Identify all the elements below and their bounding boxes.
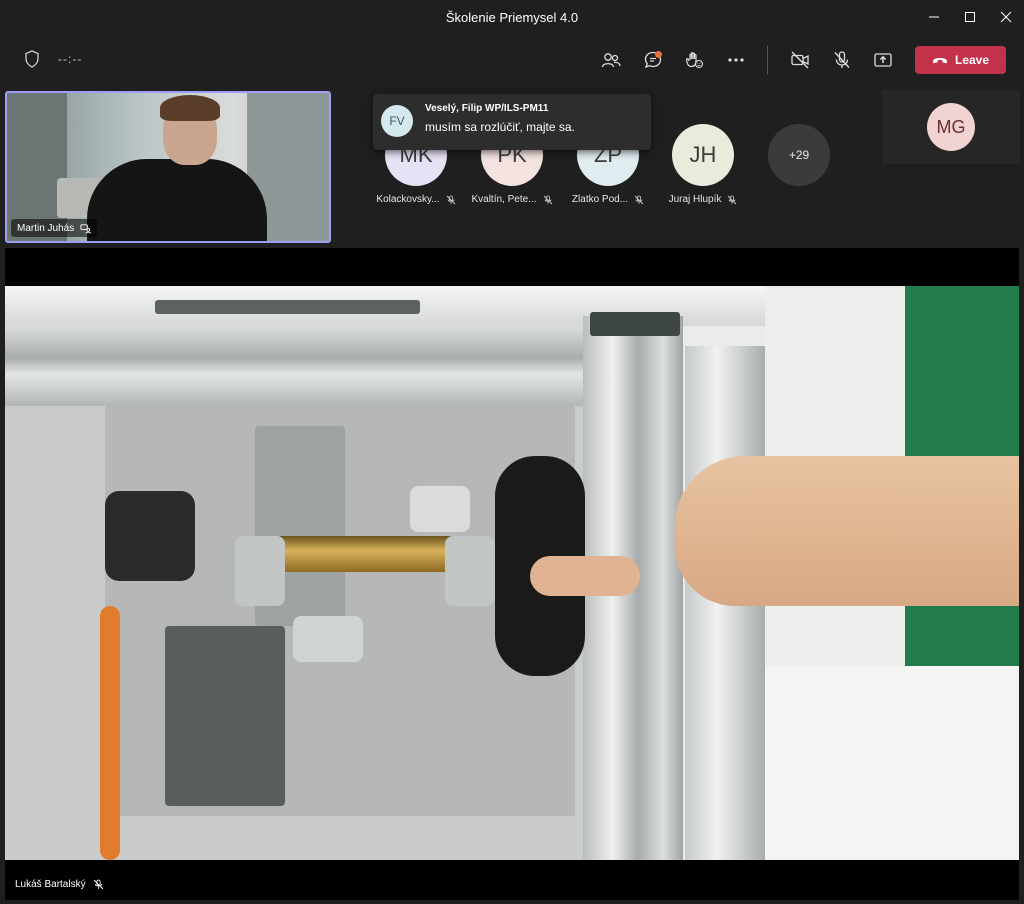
hang-up-icon bbox=[932, 58, 947, 64]
toolbar-divider bbox=[767, 46, 768, 74]
chat-notification-toast[interactable]: FV Veselý, Filip WP/ILS-PM11 musím sa ro… bbox=[373, 94, 651, 150]
window-title: Školenie Priemysel 4.0 bbox=[445, 9, 579, 25]
mic-off-icon bbox=[728, 195, 737, 204]
more-icon bbox=[728, 58, 744, 62]
camera-off-icon bbox=[791, 51, 809, 69]
title-bar: Školenie Priemysel 4.0 bbox=[0, 0, 1024, 34]
main-video-stage[interactable]: Lukáš Bartalský bbox=[5, 248, 1019, 900]
leave-button[interactable]: Leave bbox=[915, 46, 1006, 74]
toast-message: musím sa rozlúčiť, majte sa. bbox=[425, 120, 575, 134]
presenter-icon bbox=[80, 223, 92, 234]
shield-icon[interactable] bbox=[24, 50, 40, 68]
maximize-icon bbox=[965, 12, 975, 22]
unread-badge bbox=[655, 51, 662, 58]
participant-avatar: MG bbox=[927, 103, 975, 151]
people-icon bbox=[601, 53, 621, 68]
meeting-timer: --:-- bbox=[58, 52, 83, 66]
share-icon bbox=[874, 53, 892, 67]
participant-name: Kolackovsky... bbox=[376, 194, 440, 205]
participant-tile[interactable]: JH Juraj Hlupík bbox=[653, 124, 753, 205]
minimize-button[interactable] bbox=[916, 0, 952, 34]
share-screen-button[interactable] bbox=[871, 48, 895, 72]
more-participants-button[interactable]: +29 bbox=[768, 124, 830, 186]
mic-toggle-button[interactable] bbox=[830, 48, 854, 72]
mic-off-icon bbox=[93, 879, 103, 890]
close-icon bbox=[1000, 11, 1012, 23]
reactions-button[interactable] bbox=[682, 48, 706, 72]
chat-button[interactable] bbox=[641, 48, 665, 72]
mic-off-icon bbox=[446, 195, 455, 204]
participant-name: Juraj Hlupík bbox=[668, 194, 722, 205]
participants-button[interactable] bbox=[599, 48, 623, 72]
teams-meeting-window: Školenie Priemysel 4.0 --:-- Leave Marti… bbox=[0, 0, 1024, 904]
maximize-button[interactable] bbox=[952, 0, 988, 34]
participant-tile-mg[interactable]: MG bbox=[882, 90, 1020, 164]
toast-sender: Veselý, Filip WP/ILS-PM11 bbox=[425, 103, 549, 114]
self-name-label: Martin Juhás bbox=[11, 219, 98, 237]
participant-avatar: JH bbox=[672, 124, 734, 186]
mic-off-icon bbox=[543, 195, 552, 204]
participant-name: Zlatko Pod... bbox=[571, 194, 629, 205]
shared-video-feed bbox=[5, 286, 1019, 860]
speaker-name-label: Lukáš Bartalský bbox=[15, 879, 104, 890]
person-silhouette bbox=[87, 159, 267, 241]
window-controls bbox=[916, 0, 1024, 34]
close-window-button[interactable] bbox=[988, 0, 1024, 34]
camera-toggle-button[interactable] bbox=[788, 48, 812, 72]
meeting-info: --:-- bbox=[24, 50, 82, 68]
more-actions-button[interactable] bbox=[724, 48, 748, 72]
raise-hand-icon bbox=[685, 52, 704, 69]
self-video-tile[interactable]: Martin Juhás bbox=[5, 91, 331, 243]
leave-label: Leave bbox=[954, 53, 990, 67]
mic-off-icon bbox=[634, 195, 644, 204]
minimize-icon bbox=[929, 16, 939, 18]
mic-off-icon bbox=[834, 51, 850, 68]
sender-avatar: FV bbox=[381, 105, 413, 137]
meeting-toolbar: --:-- Leave bbox=[0, 34, 1024, 86]
participant-name: Kvaltín, Pete... bbox=[471, 194, 537, 205]
